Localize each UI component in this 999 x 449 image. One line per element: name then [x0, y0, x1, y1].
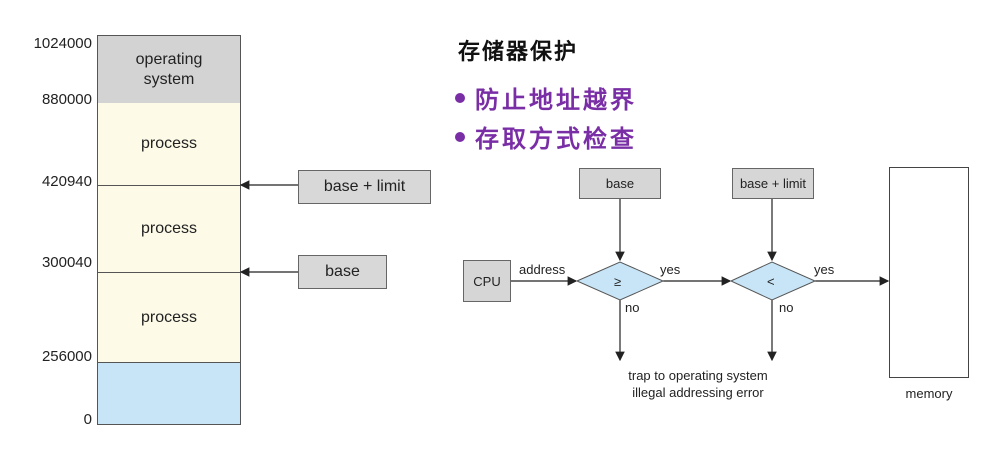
yes-label: yes	[814, 262, 835, 277]
yes-label: yes	[660, 262, 681, 277]
memory-label: memory	[905, 386, 953, 401]
lt-symbol: <	[767, 274, 775, 289]
address-label: address	[519, 262, 566, 277]
memory-box	[889, 167, 969, 378]
ge-symbol: ≥	[614, 274, 622, 289]
flow-base-limit-box: base + limit	[732, 168, 814, 199]
no-label: no	[779, 300, 794, 315]
error-text: illegal addressing error	[632, 385, 764, 400]
flow-base-box: base	[579, 168, 661, 199]
no-label: no	[625, 300, 640, 315]
flow-connectors	[239, 180, 890, 362]
cpu-box: CPU	[463, 260, 511, 302]
trap-text: trap to operating system	[628, 368, 768, 383]
